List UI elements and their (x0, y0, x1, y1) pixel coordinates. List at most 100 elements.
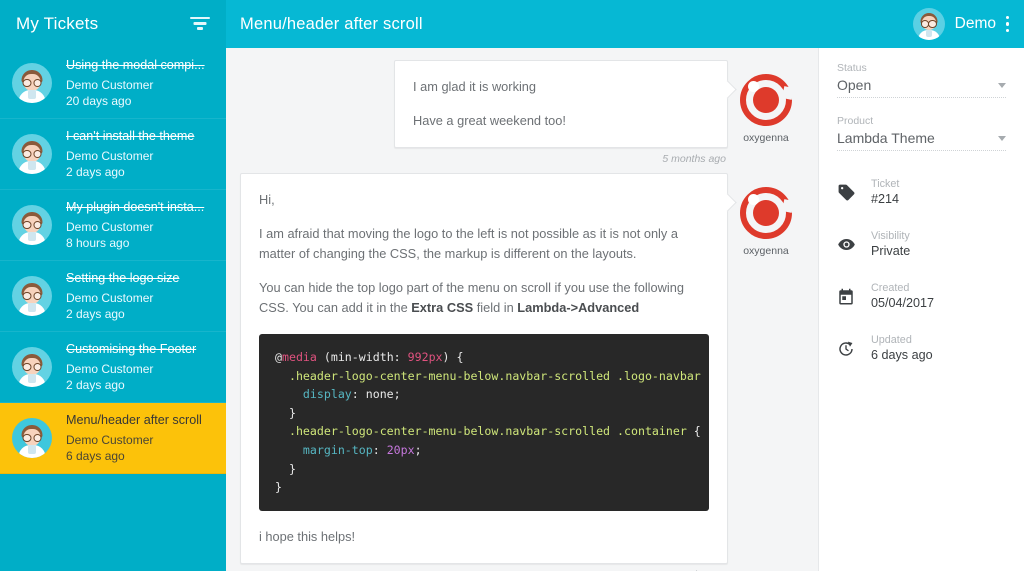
sidebar-title: My Tickets (16, 14, 99, 33)
ticket-avatar (12, 276, 52, 316)
ticket-list-item[interactable]: Setting the logo size Demo Customer 2 da… (0, 261, 226, 332)
meta-text: Updated 6 days ago (871, 333, 1006, 364)
ticket-app: My Tickets Using the modal compi... Demo… (0, 0, 1024, 571)
ticket-meta: My plugin doesn't insta... Demo Customer… (66, 200, 216, 251)
code-brace-open-1: { (701, 369, 709, 383)
product-value: Lambda Theme (837, 130, 935, 146)
message-author: oxygenna (728, 173, 804, 257)
eye-icon (837, 232, 871, 258)
code-block: @media (min-width: 992px) { .header-logo… (259, 334, 709, 511)
ticket-list-item[interactable]: Customising the Footer Demo Customer 2 d… (0, 332, 226, 403)
message: Hi, I am afraid that moving the logo to … (240, 173, 804, 571)
message-timestamp: 5 months ago (662, 153, 726, 165)
user-avatar[interactable] (912, 8, 945, 40)
message-thread[interactable]: I am glad it is working Have a great wee… (226, 48, 818, 571)
code-selector-2: .header-logo-center-menu-below.navbar-sc… (275, 424, 687, 439)
ticket-subject: Setting the logo size (66, 270, 180, 285)
meta-label: Ticket (871, 178, 900, 190)
meta-value: 6 days ago (871, 348, 933, 362)
ticket-subject: Customising the Footer (66, 341, 197, 356)
meta-value: 05/04/2017 (871, 296, 935, 310)
meta-value: Private (871, 244, 911, 258)
message-paragraph-rich: You can hide the top logo part of the me… (259, 278, 709, 318)
ticket-subject: Using the modal compi... (66, 57, 205, 72)
ticket-meta: Setting the logo size Demo Customer 2 da… (66, 271, 216, 322)
message-bubble: Hi, I am afraid that moving the logo to … (240, 173, 728, 564)
meta-row: Visibility Private (837, 229, 1006, 260)
message-paragraph: I am afraid that moving the logo to the … (259, 226, 678, 261)
message-paragraph: I am glad it is working (413, 79, 537, 94)
ticket-meta: Menu/header after scroll Demo Customer 6… (66, 413, 216, 464)
ticket-time: 2 days ago (66, 306, 125, 321)
code-media-query: (min-width: (316, 350, 408, 364)
status-select[interactable]: Open (837, 77, 1006, 98)
ticket-meta: Using the modal compi... Demo Customer 2… (66, 58, 216, 109)
code-prop-2: margin-top (275, 442, 373, 457)
code-prop-2-value: 20px (386, 442, 415, 457)
code-prop-1: display (275, 387, 352, 402)
code-prop-1-value: : none; (351, 387, 401, 402)
sidebar: My Tickets Using the modal compi... Demo… (0, 0, 226, 571)
code-at: @ (275, 350, 282, 364)
code-brace-close-3: } (275, 480, 282, 495)
main-area: Menu/header after scroll Demo I am glad … (226, 0, 1024, 571)
sidebar-header: My Tickets (0, 0, 226, 48)
meta-text: Visibility Private (871, 229, 1006, 260)
calendar-icon (837, 284, 871, 310)
code-brace-close-1: } (275, 405, 296, 420)
ticket-list-item[interactable]: I can't install the theme Demo Customer … (0, 119, 226, 190)
code-media-value: 992px (407, 350, 443, 364)
ticket-list: Using the modal compi... Demo Customer 2… (0, 48, 226, 474)
code-at-name: media (281, 350, 317, 364)
ticket-list-item[interactable]: Menu/header after scroll Demo Customer 6… (0, 403, 226, 474)
ticket-avatar (12, 134, 52, 174)
meta-label: Visibility (871, 230, 910, 242)
ticket-avatar (12, 205, 52, 245)
message-paragraph: Have a great weekend too! (413, 113, 566, 128)
ticket-subject: Menu/header after scroll (66, 412, 202, 427)
product-label: Product (837, 115, 874, 127)
meta-label: Created (871, 282, 910, 294)
product-field: Product Lambda Theme (837, 115, 1006, 151)
filter-icon[interactable] (190, 16, 210, 32)
product-select[interactable]: Lambda Theme (837, 130, 1006, 151)
ticket-avatar (12, 63, 52, 103)
code-media-close: ) { (442, 350, 464, 364)
ticket-avatar (12, 347, 52, 387)
ticket-author: Demo Customer (66, 77, 154, 92)
ticket-list-item[interactable]: Using the modal compi... Demo Customer 2… (0, 48, 226, 119)
rich-middle: field in (473, 300, 518, 315)
body-split: I am glad it is working Have a great wee… (226, 48, 1024, 571)
kebab-menu-icon[interactable] (1006, 15, 1010, 33)
ticket-time: 8 hours ago (66, 235, 130, 250)
message-body: I am glad it is working Have a great wee… (394, 60, 728, 165)
user-area[interactable]: Demo (912, 8, 1010, 40)
ticket-author: Demo Customer (66, 148, 154, 163)
message-paragraph: Hi, (259, 192, 275, 207)
message: I am glad it is working Have a great wee… (394, 60, 804, 165)
ticket-list-item[interactable]: My plugin doesn't insta... Demo Customer… (0, 190, 226, 261)
ticket-meta: Customising the Footer Demo Customer 2 d… (66, 342, 216, 393)
oxygenna-logo-icon (740, 187, 795, 239)
page-title: Menu/header after scroll (240, 14, 423, 33)
meta-row: Updated 6 days ago (837, 333, 1006, 364)
history-icon (837, 336, 871, 362)
meta-list: Ticket #214 Visibility Private Created 0… (837, 177, 1006, 364)
code-selector-1: .header-logo-center-menu-below.navbar-sc… (275, 368, 701, 383)
message-closing: i hope this helps! (259, 528, 356, 544)
status-value: Open (837, 77, 872, 93)
user-name: Demo (954, 15, 996, 32)
code-prop-2-colon: : (372, 442, 387, 457)
code-brace-open-2: { (686, 424, 701, 439)
status-label: Status (837, 62, 867, 74)
ticket-time: 2 days ago (66, 377, 125, 392)
ticket-time: 2 days ago (66, 164, 125, 179)
message-body: Hi, I am afraid that moving the logo to … (240, 173, 728, 571)
ticket-author: Demo Customer (66, 219, 154, 234)
details-panel: Status Open Product Lambda Theme Ticket (818, 48, 1024, 571)
ticket-avatar (12, 418, 52, 458)
topbar: Menu/header after scroll Demo (226, 0, 1024, 48)
ticket-author: Demo Customer (66, 290, 154, 305)
meta-text: Ticket #214 (871, 177, 1006, 208)
author-name: oxygenna (743, 245, 789, 257)
